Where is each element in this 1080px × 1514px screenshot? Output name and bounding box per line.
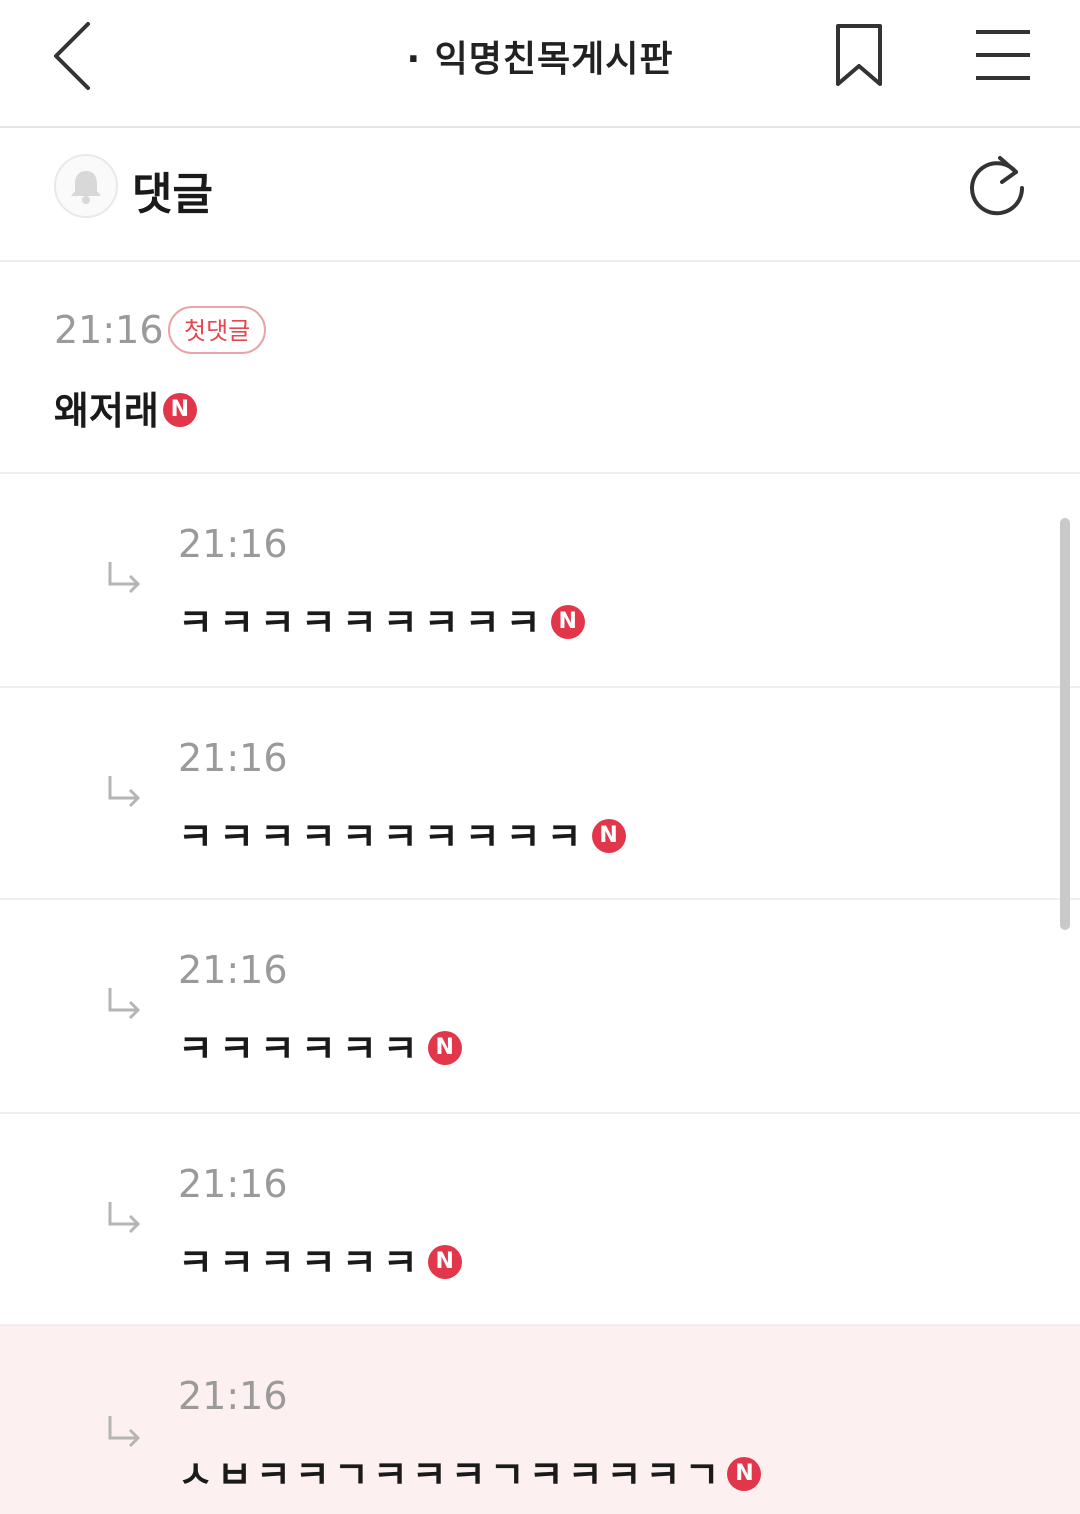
reply-text: ㅋㅋㅋㅋㅋㅋ N bbox=[178, 1018, 462, 1073]
refresh-button[interactable] bbox=[964, 150, 1030, 220]
top-bar: · 익명친목게시판 bbox=[0, 0, 1080, 128]
first-comment-badge: 첫댓글 bbox=[168, 306, 267, 354]
new-badge: N bbox=[591, 819, 626, 853]
board-title: · 익명친목게시판 bbox=[406, 39, 674, 80]
reply-time: 21:16 bbox=[178, 1162, 288, 1206]
reply-body: ㅅㅂㅋㅋㄱㅋㅋㅋㄱㅋㅋㅋㅋㄱ bbox=[178, 1453, 724, 1497]
reply-time: 21:16 bbox=[178, 736, 288, 780]
reply-body: ㅋㅋㅋㅋㅋㅋㅋㅋㅋ bbox=[178, 601, 547, 645]
reply-arrow-icon bbox=[108, 1202, 141, 1234]
comments-title: 댓글 bbox=[132, 169, 213, 220]
hamburger-menu-icon bbox=[976, 30, 1030, 80]
comments-header: 댓글 bbox=[0, 128, 1080, 262]
reply-item[interactable]: 21:16 ㅋㅋㅋㅋㅋㅋ N bbox=[0, 900, 1080, 1114]
bell-icon bbox=[71, 171, 101, 204]
reply-time: 21:16 bbox=[178, 1374, 288, 1418]
comment-text: 왜저래 N bbox=[54, 380, 197, 435]
new-badge: N bbox=[427, 1245, 462, 1279]
reply-text: ㅋㅋㅋㅋㅋㅋㅋㅋㅋ N bbox=[178, 592, 585, 647]
menu-button[interactable] bbox=[972, 26, 1034, 84]
new-badge: N bbox=[427, 1031, 462, 1065]
reply-item-highlighted[interactable]: 21:16 ㅅㅂㅋㅋㄱㅋㅋㅋㄱㅋㅋㅋㅋㄱ N bbox=[0, 1326, 1080, 1514]
refresh-icon bbox=[970, 156, 1025, 216]
reply-text: ㅋㅋㅋㅋㅋㅋㅋㅋㅋㅋ N bbox=[178, 806, 626, 861]
reply-arrow-icon bbox=[108, 1416, 141, 1448]
reply-arrow-icon bbox=[108, 776, 141, 808]
comment-time: 21:16 bbox=[54, 308, 164, 352]
comment-body: 왜저래 bbox=[54, 389, 159, 433]
reply-item[interactable]: 21:16 ㅋㅋㅋㅋㅋㅋ N bbox=[0, 1114, 1080, 1326]
new-badge: N bbox=[727, 1457, 762, 1491]
new-badge: N bbox=[550, 605, 585, 639]
reply-item[interactable]: 21:16 ㅋㅋㅋㅋㅋㅋㅋㅋㅋ N bbox=[0, 474, 1080, 688]
notification-toggle[interactable] bbox=[54, 154, 118, 218]
bookmark-icon bbox=[836, 24, 882, 86]
reply-text: ㅅㅂㅋㅋㄱㅋㅋㅋㄱㅋㅋㅋㅋㄱ N bbox=[178, 1444, 762, 1499]
reply-body: ㅋㅋㅋㅋㅋㅋ bbox=[178, 1241, 424, 1285]
new-badge: N bbox=[162, 393, 197, 427]
reply-text: ㅋㅋㅋㅋㅋㅋ N bbox=[178, 1232, 462, 1287]
reply-body: ㅋㅋㅋㅋㅋㅋ bbox=[178, 1027, 424, 1071]
bookmark-button[interactable] bbox=[830, 22, 888, 88]
reply-time: 21:16 bbox=[178, 522, 288, 566]
reply-time: 21:16 bbox=[178, 948, 288, 992]
reply-item[interactable]: 21:16 ㅋㅋㅋㅋㅋㅋㅋㅋㅋㅋ N bbox=[0, 688, 1080, 900]
scrollbar[interactable] bbox=[1060, 518, 1070, 930]
reply-arrow-icon bbox=[108, 562, 141, 594]
reply-arrow-icon bbox=[108, 988, 141, 1020]
reply-body: ㅋㅋㅋㅋㅋㅋㅋㅋㅋㅋ bbox=[178, 815, 588, 859]
comment-item[interactable]: 21:16 첫댓글 왜저래 N bbox=[0, 262, 1080, 474]
